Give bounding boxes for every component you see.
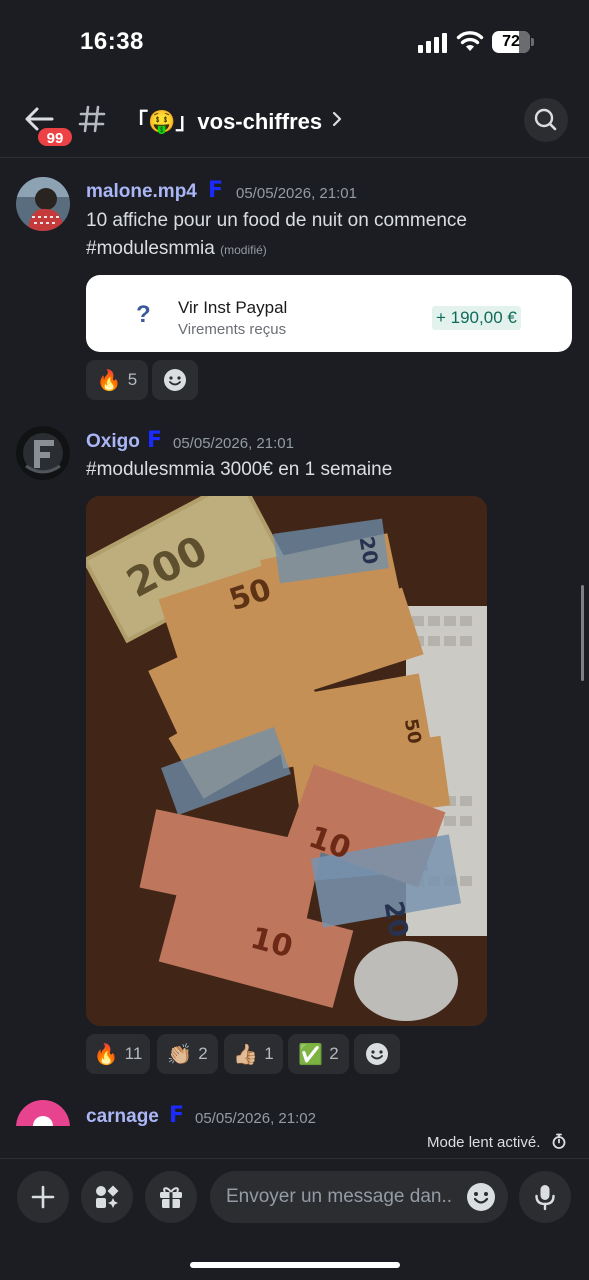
smiley-add-icon	[164, 369, 186, 391]
timestamp: 05/05/2026, 21:02	[195, 1110, 316, 1127]
message-text-line2: #modulesmmia (modifié)	[86, 235, 267, 264]
gift-icon	[160, 1187, 182, 1208]
transaction-card: ? Vir Inst Paypal Virements reçus + 190,…	[86, 275, 572, 352]
role-icon: F	[147, 428, 163, 453]
message-text: 10 affiche pour un food de nuit on comme…	[86, 210, 467, 231]
transaction-title: Vir Inst Paypal	[178, 298, 288, 317]
cellular-signal-icon	[418, 33, 447, 53]
reaction-fire[interactable]: 🔥 5	[86, 360, 148, 400]
apps-button[interactable]	[81, 1171, 133, 1223]
unread-badge: 99	[36, 126, 74, 148]
plus-icon	[31, 1185, 55, 1209]
timestamp: 05/05/2026, 21:01	[173, 435, 294, 452]
channel-name[interactable]: 「🤑」vos-chiffres	[126, 104, 322, 136]
reaction-count: 11	[124, 1044, 143, 1063]
message-text: #modulesmmia 3000€ en 1 semaine	[86, 459, 393, 480]
message-input-placeholder: Envoyer un message dan..	[226, 1186, 453, 1207]
avatar[interactable]	[16, 1100, 70, 1126]
scrollbar[interactable]	[581, 585, 584, 681]
message-input[interactable]: Envoyer un message dan..	[210, 1171, 508, 1223]
avatar[interactable]	[16, 177, 70, 231]
composer-divider	[0, 1158, 589, 1159]
thumbs-up-icon: 👍🏼	[233, 1042, 259, 1066]
reaction-count: 2	[198, 1044, 208, 1063]
gift-button[interactable]	[145, 1171, 197, 1223]
hashtag: #modulesmmia	[86, 238, 215, 259]
add-reaction-button[interactable]	[354, 1034, 400, 1074]
edited-label: (modifié)	[220, 243, 267, 257]
username[interactable]: carnage	[86, 1106, 159, 1128]
voice-message-button[interactable]	[519, 1171, 571, 1223]
role-icon: F	[169, 1103, 185, 1128]
fire-icon: 🔥	[93, 1042, 119, 1066]
avatar[interactable]	[16, 426, 70, 480]
emoji-icon[interactable]	[466, 1182, 496, 1212]
home-indicator[interactable]	[190, 1262, 400, 1268]
reaction-fire[interactable]: 🔥 11	[86, 1034, 150, 1074]
reaction-thumbs-up[interactable]: 👍🏼 1	[224, 1034, 283, 1074]
chevron-right-icon[interactable]	[330, 110, 344, 128]
question-icon: ?	[136, 301, 151, 328]
battery-icon: 72	[492, 31, 534, 53]
reaction-count: 1	[264, 1044, 274, 1063]
reaction-check[interactable]: ✅ 2	[288, 1034, 349, 1074]
search-button[interactable]	[524, 98, 568, 142]
stopwatch-icon	[552, 1133, 565, 1149]
wifi-icon	[456, 31, 484, 51]
add-reaction-button[interactable]	[152, 360, 198, 400]
status-time: 16:38	[80, 28, 144, 55]
reaction-clap[interactable]: 👏🏼 2	[157, 1034, 218, 1074]
slow-mode-notice: Mode lent activé.	[427, 1133, 567, 1151]
add-attachment-button[interactable]	[17, 1171, 69, 1223]
transaction-subtitle: Virements reçus	[178, 321, 287, 338]
battery-level: 72	[502, 33, 520, 50]
fire-icon: 🔥	[96, 368, 122, 392]
transaction-amount: + 190,00 €	[432, 306, 521, 330]
check-mark-icon: ✅	[298, 1042, 324, 1066]
username[interactable]: malone.mp4	[86, 181, 197, 203]
apps-icon	[96, 1185, 119, 1208]
channel-hash-icon	[78, 105, 106, 133]
money-photo[interactable]: 200 50 20 50 10 10 20	[86, 496, 487, 1026]
role-icon: F	[208, 178, 224, 203]
slow-mode-text: Mode lent activé.	[427, 1134, 541, 1151]
reaction-count: 5	[127, 370, 138, 389]
username[interactable]: Oxigo	[86, 431, 140, 453]
smiley-add-icon	[366, 1043, 388, 1065]
timestamp: 05/05/2026, 21:01	[236, 185, 357, 202]
reaction-count: 2	[329, 1044, 339, 1063]
clapping-hands-icon: 👏🏼	[167, 1042, 193, 1066]
microphone-icon	[535, 1185, 555, 1211]
header-divider	[0, 157, 589, 158]
search-icon	[534, 108, 557, 131]
